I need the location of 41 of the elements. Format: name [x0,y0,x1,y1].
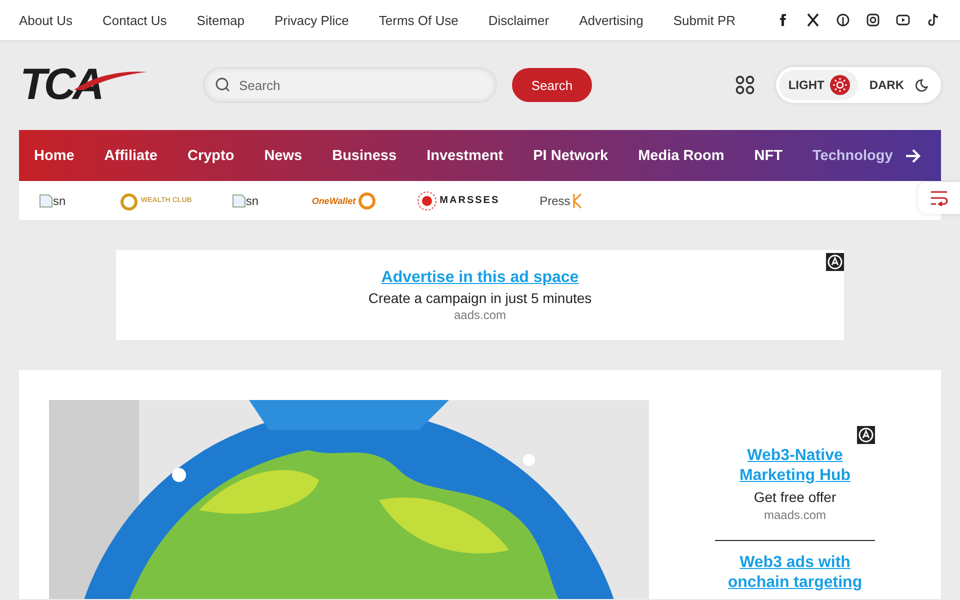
nav-link[interactable]: Crypto [187,148,234,164]
arrow-right-icon[interactable] [905,148,921,162]
partner-logo[interactable]: MARSSES [416,190,500,212]
nav-link[interactable]: Home [34,148,74,164]
nav-link[interactable]: PI Network [533,148,608,164]
floating-button[interactable] [918,182,960,214]
ad-network-icon[interactable] [826,253,844,271]
nav-link[interactable]: Business [332,148,397,164]
nav-link[interactable]: NFT [754,148,782,164]
top-link[interactable]: About Us [19,12,72,28]
x-icon[interactable] [806,12,820,28]
ad-text: Create a campaign in just 5 minutes [368,290,592,306]
broken-image: sn [232,194,272,208]
top-link[interactable]: Contact Us [102,12,167,28]
top-link[interactable]: Disclaimer [488,12,550,28]
search-field[interactable]: Search [203,67,497,103]
theme-option[interactable]: LIGHT [779,70,858,100]
top-link[interactable]: Submit PR [673,12,736,28]
top-link[interactable]: Terms Of Use [378,12,458,28]
ad-network-icon[interactable] [857,426,875,444]
ad-domain: maads.com [764,508,826,522]
nav-link[interactable]: Investment [426,148,504,164]
ad-text: Get free offer [754,489,836,505]
top-link[interactable]: Advertising [579,12,644,28]
ad-domain: aads.com [454,308,506,322]
sun-icon [830,75,850,95]
search-button[interactable]: Search [512,68,592,102]
nav-link[interactable]: Media Room [638,148,724,164]
nav-link[interactable]: Technology [812,148,893,164]
broken-image: sn [39,194,79,208]
youtube-icon[interactable] [896,12,910,28]
nav-link[interactable]: Affiliate [104,148,158,164]
tiktok-icon[interactable] [926,12,940,28]
partner-logo[interactable]: OneWallet [312,192,376,210]
wrap-icon [930,190,948,206]
partner-logo[interactable]: Press [540,192,582,208]
top-link[interactable]: Sitemap [196,12,244,28]
apps-icon[interactable] [735,75,756,95]
instagram-icon[interactable] [866,12,880,28]
nav-link[interactable]: News [264,148,302,164]
top-link[interactable]: Privacy Plice [274,12,349,28]
